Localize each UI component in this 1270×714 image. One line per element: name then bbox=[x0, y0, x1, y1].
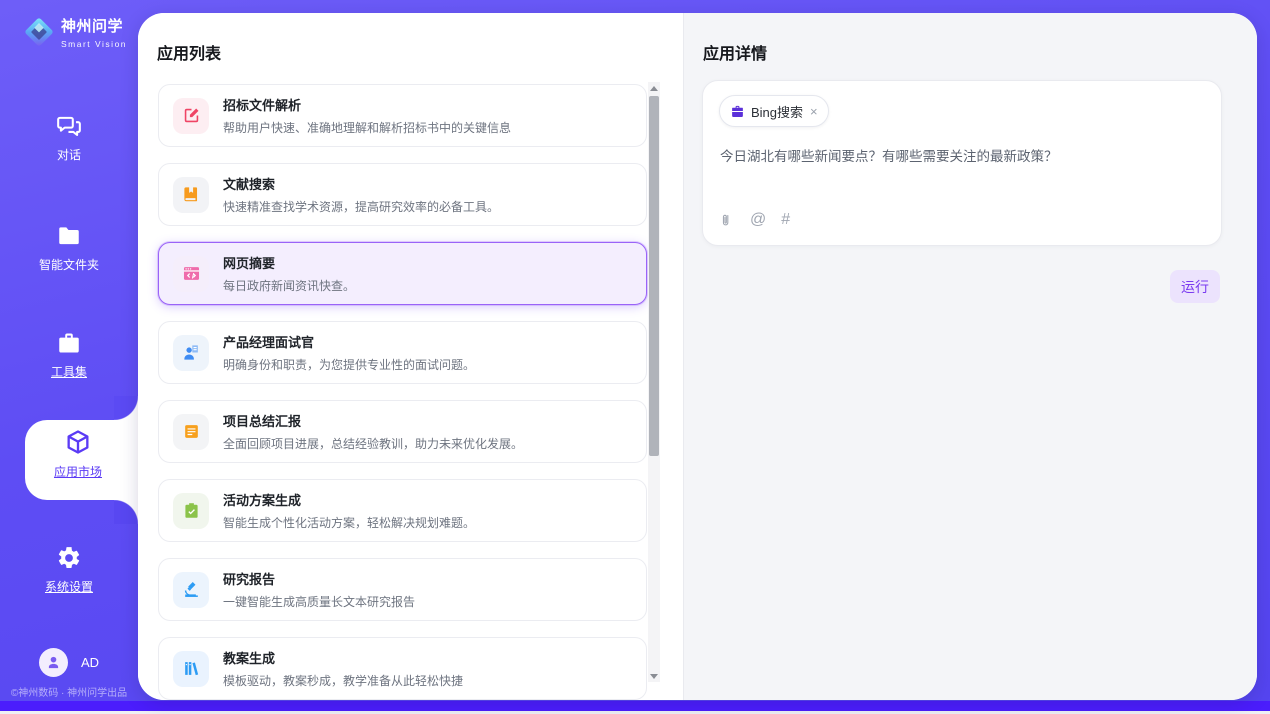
app-card-desc: 明确身份和职责，为您提供专业性的面试问题。 bbox=[223, 356, 475, 373]
app-card-desc: 快速精准查找学术资源，提高研究效率的必备工具。 bbox=[223, 198, 499, 215]
app-card-title: 文献搜索 bbox=[223, 174, 499, 193]
mention-icon[interactable]: @ bbox=[750, 211, 766, 229]
hashtag-icon[interactable]: # bbox=[781, 211, 790, 229]
app-card-title: 招标文件解析 bbox=[223, 95, 511, 114]
prompt-card: Bing搜索 × 今日湖北有哪些新闻要点？有哪些需要关注的最新政策？ @ # bbox=[702, 80, 1222, 246]
app-card-title: 产品经理面试官 bbox=[223, 332, 475, 351]
app-list-title: 应用列表 bbox=[157, 40, 221, 64]
avatar bbox=[39, 648, 68, 677]
app-card-project-summary[interactable]: 项目总结汇报 全面回顾项目进展，总结经验教训，助力未来优化发展。 bbox=[158, 400, 647, 463]
edit-square-icon bbox=[173, 98, 209, 134]
prompt-input[interactable]: 今日湖北有哪些新闻要点？有哪些需要关注的最新政策？ bbox=[720, 145, 1205, 165]
app-card-title: 活动方案生成 bbox=[223, 490, 475, 509]
gear-icon bbox=[56, 545, 82, 571]
user-name: AD bbox=[81, 655, 99, 670]
report-icon bbox=[173, 414, 209, 450]
brand-logo: 神州问学 Smart Vision bbox=[20, 13, 127, 51]
sidebar-item-smart-folder[interactable]: 智能文件夹 bbox=[0, 223, 138, 273]
sidebar-item-label: 应用市场 bbox=[54, 463, 102, 480]
briefcase-icon bbox=[730, 104, 745, 119]
folder-icon bbox=[56, 223, 82, 249]
scrollbar-thumb[interactable] bbox=[649, 96, 659, 456]
cube-icon bbox=[64, 428, 92, 456]
app-card-desc: 全面回顾项目进展，总结经验教训，助力未来优化发展。 bbox=[223, 435, 523, 452]
app-card-list: 招标文件解析 帮助用户快速、准确地理解和解析招标书中的关键信息 文献搜索 快速精… bbox=[158, 84, 647, 700]
app-card-literature-search[interactable]: 文献搜索 快速精准查找学术资源，提高研究效率的必备工具。 bbox=[158, 163, 647, 226]
app-list-scrollbar[interactable] bbox=[648, 82, 660, 682]
app-card-desc: 帮助用户快速、准确地理解和解析招标书中的关键信息 bbox=[223, 119, 511, 136]
app-detail-panel: 应用详情 Bing搜索 × 今日湖北有哪些新闻要点？有哪些需要关注的最新政策？ bbox=[684, 13, 1257, 700]
input-toolbar: @ # bbox=[720, 211, 790, 229]
app-card-desc: 模板驱动，教案秒成，教学准备从此轻松快捷 bbox=[223, 672, 463, 689]
app-detail-title: 应用详情 bbox=[703, 40, 767, 64]
app-card-tender-analysis[interactable]: 招标文件解析 帮助用户快速、准确地理解和解析招标书中的关键信息 bbox=[158, 84, 647, 147]
scroll-up-arrow[interactable] bbox=[648, 82, 660, 94]
sidebar-item-settings[interactable]: 系统设置 bbox=[0, 545, 138, 595]
app-card-title: 项目总结汇报 bbox=[223, 411, 523, 430]
sidebar: 神州问学 Smart Vision 对话 智能文件夹 工具集 bbox=[0, 0, 138, 701]
sidebar-item-app-market[interactable]: 应用市场 bbox=[25, 428, 131, 480]
app-window: 神州问学 Smart Vision 对话 智能文件夹 工具集 bbox=[0, 0, 1270, 714]
tool-tag-label: Bing搜索 bbox=[751, 102, 803, 121]
sidebar-item-label: 工具集 bbox=[51, 363, 87, 380]
user-account[interactable]: AD bbox=[0, 648, 138, 677]
diamond-logo-icon bbox=[20, 13, 58, 51]
brand-subtitle: Smart Vision bbox=[61, 39, 127, 49]
toolbox-icon bbox=[56, 330, 82, 356]
interviewer-icon bbox=[173, 335, 209, 371]
run-button[interactable]: 运行 bbox=[1170, 270, 1220, 303]
chat-icon bbox=[56, 113, 82, 139]
sidebar-item-chat[interactable]: 对话 bbox=[0, 113, 138, 163]
person-icon bbox=[45, 654, 62, 671]
app-card-title: 研究报告 bbox=[223, 569, 415, 588]
tag-close-icon[interactable]: × bbox=[810, 105, 818, 118]
app-card-research-report[interactable]: 研究报告 一键智能生成高质量长文本研究报告 bbox=[158, 558, 647, 621]
content-shell: 应用列表 招标文件解析 帮助用户快速、准确地理解和解析招标书中的关键信息 bbox=[138, 13, 1257, 700]
scroll-down-arrow[interactable] bbox=[648, 670, 660, 682]
app-card-lesson-plan[interactable]: 教案生成 模板驱动，教案秒成，教学准备从此轻松快捷 bbox=[158, 637, 647, 700]
app-card-desc: 智能生成个性化活动方案，轻松解决规划难题。 bbox=[223, 514, 475, 531]
sidebar-item-label: 对话 bbox=[57, 146, 81, 163]
sidebar-item-label: 系统设置 bbox=[45, 578, 93, 595]
app-list-panel: 应用列表 招标文件解析 帮助用户快速、准确地理解和解析招标书中的关键信息 bbox=[138, 13, 684, 700]
tool-tag-bing-search[interactable]: Bing搜索 × bbox=[719, 95, 829, 127]
browser-code-icon bbox=[173, 256, 209, 292]
microscope-icon bbox=[173, 572, 209, 608]
sidebar-item-toolbox[interactable]: 工具集 bbox=[0, 330, 138, 380]
app-card-title: 网页摘要 bbox=[223, 253, 355, 272]
books-icon bbox=[173, 651, 209, 687]
sidebar-item-label: 智能文件夹 bbox=[39, 256, 99, 273]
clipboard-check-icon bbox=[173, 493, 209, 529]
blob-fillet-top bbox=[114, 396, 138, 420]
attachment-icon[interactable] bbox=[720, 212, 735, 229]
copyright-text: ©神州数码 · 神州问学出品 bbox=[0, 684, 138, 699]
app-card-desc: 每日政府新闻资讯快查。 bbox=[223, 277, 355, 294]
book-icon bbox=[173, 177, 209, 213]
app-card-desc: 一键智能生成高质量长文本研究报告 bbox=[223, 593, 415, 610]
blob-fillet-bottom bbox=[114, 500, 138, 524]
app-card-title: 教案生成 bbox=[223, 648, 463, 667]
bottom-accent-bar bbox=[0, 701, 1270, 711]
app-card-event-plan[interactable]: 活动方案生成 智能生成个性化活动方案，轻松解决规划难题。 bbox=[158, 479, 647, 542]
app-card-pm-interviewer[interactable]: 产品经理面试官 明确身份和职责，为您提供专业性的面试问题。 bbox=[158, 321, 647, 384]
brand-name: 神州问学 bbox=[61, 15, 127, 36]
app-card-web-summary[interactable]: 网页摘要 每日政府新闻资讯快查。 bbox=[158, 242, 647, 305]
